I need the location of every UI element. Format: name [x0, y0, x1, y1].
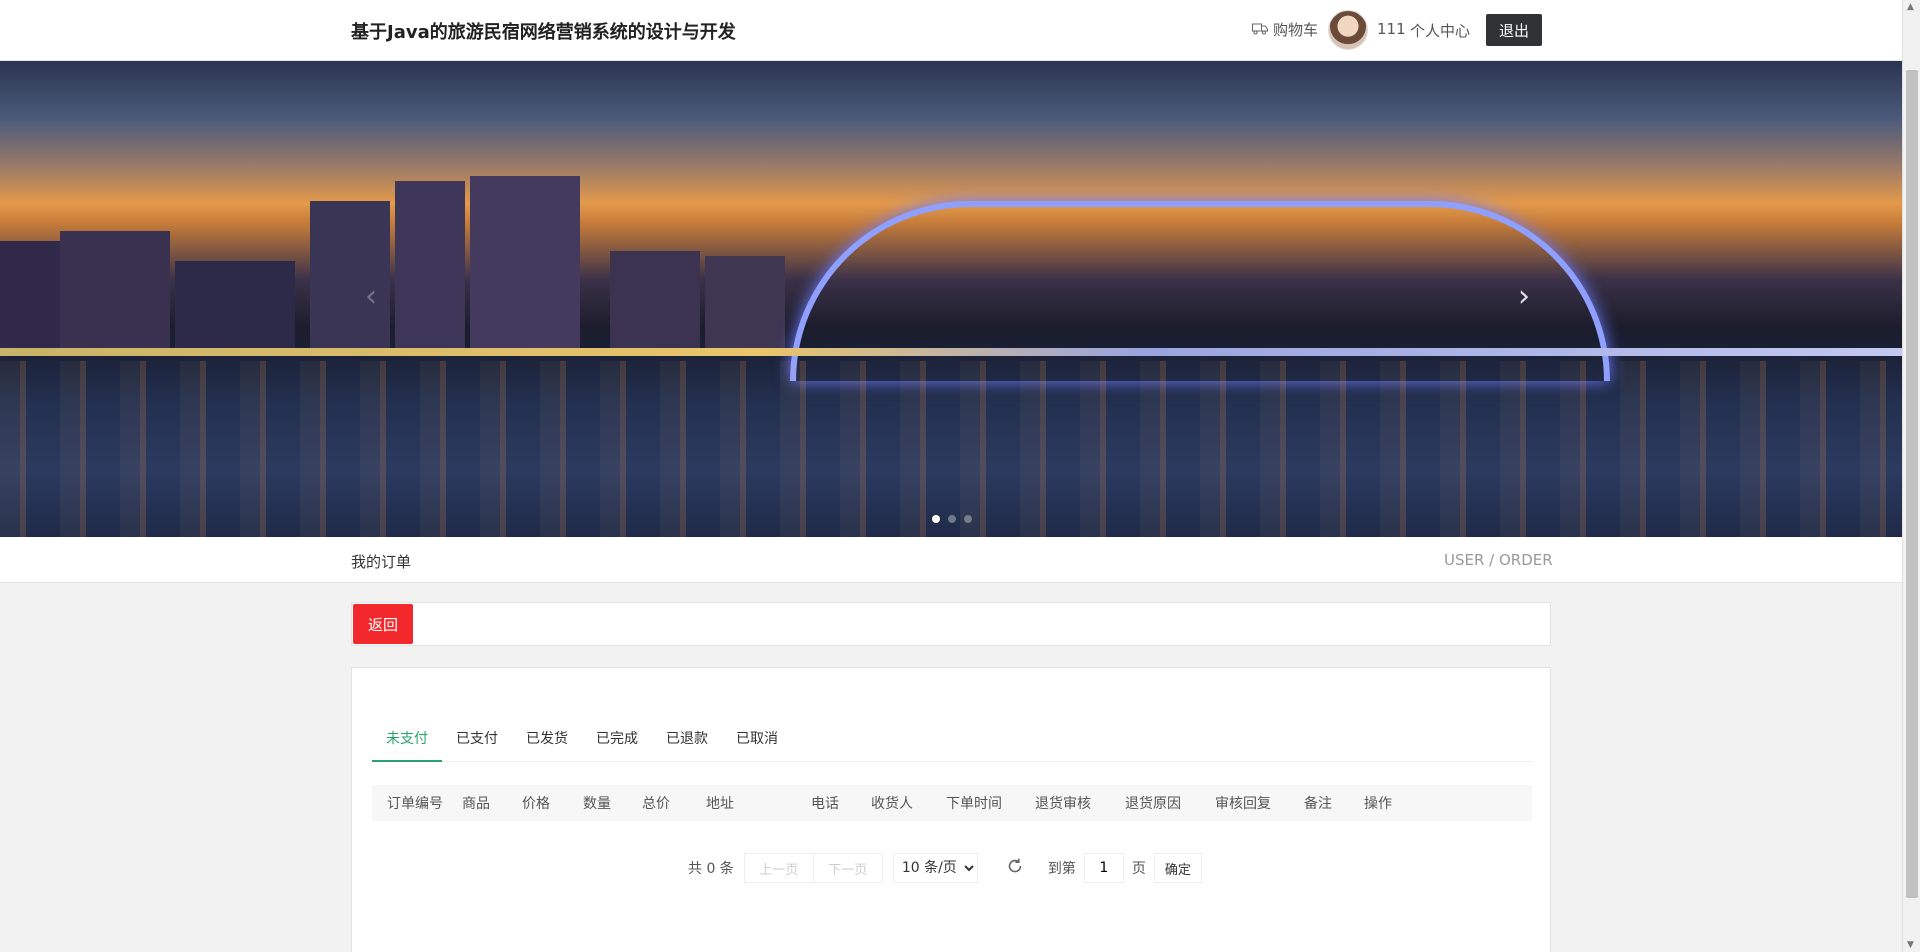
bridge-deck	[0, 348, 1902, 356]
column-header: 下单时间	[946, 796, 1002, 812]
column-header: 总价	[642, 796, 670, 812]
table-header: 订单编号 商品 价格 数量 总价 地址 电话 收货人 下单时间 退货审核 退货原…	[372, 785, 1532, 821]
order-status-tabs: 未支付 已支付 已发货 已完成 已退款 已取消	[372, 726, 1532, 762]
carousel-next-arrow-icon[interactable]: ›	[1518, 279, 1530, 314]
column-header: 数量	[583, 796, 611, 812]
vertical-scrollbar[interactable]: ▲ ▼	[1902, 0, 1920, 952]
top-header: 基于Java的旅游民宿网络营销系统的设计与开发 购物车 111 个人中心 退出	[0, 0, 1902, 61]
page-number-input[interactable]	[1083, 853, 1124, 883]
tab-paid[interactable]: 已支付	[442, 726, 512, 762]
tab-cancelled[interactable]: 已取消	[722, 726, 792, 762]
page-title: 我的订单	[351, 553, 412, 571]
city-skyline	[0, 171, 790, 351]
orders-card: 未支付 已支付 已发货 已完成 已退款 已取消 订单编号 商品 价格 数量 总价…	[351, 667, 1551, 952]
column-header: 收货人	[871, 796, 913, 812]
site-title: 基于Java的旅游民宿网络营销系统的设计与开发	[351, 22, 736, 43]
breadcrumb: 我的订单 USER / ORDER	[0, 537, 1902, 583]
carousel-dot-2[interactable]	[948, 515, 956, 523]
column-header: 电话	[811, 796, 839, 812]
tab-shipped[interactable]: 已发货	[512, 726, 582, 762]
carousel-dot-3[interactable]	[964, 515, 972, 523]
column-header: 退货审核	[1035, 796, 1091, 812]
tab-completed[interactable]: 已完成	[582, 726, 652, 762]
avatar[interactable]	[1328, 10, 1368, 50]
refresh-icon[interactable]	[1006, 857, 1024, 880]
total-count: 共 0 条	[688, 861, 734, 877]
cart-label: 购物车	[1273, 21, 1319, 39]
carousel-prev-arrow-icon[interactable]: ‹	[365, 279, 377, 314]
page-unit-label: 页	[1131, 861, 1146, 877]
scrollbar-thumb[interactable]	[1906, 70, 1918, 898]
column-header: 审核回复	[1215, 796, 1271, 812]
truck-icon	[1252, 21, 1268, 39]
column-header: 商品	[462, 796, 490, 812]
scroll-down-icon[interactable]: ▼	[1907, 940, 1914, 950]
prev-page-button[interactable]: 上一页	[743, 853, 814, 883]
tab-unpaid[interactable]: 未支付	[372, 726, 442, 762]
carousel-dot-1[interactable]	[932, 515, 940, 523]
banner-carousel: ‹ ›	[0, 61, 1902, 537]
next-page-button[interactable]: 下一页	[812, 853, 883, 883]
logout-button[interactable]: 退出	[1486, 14, 1542, 46]
scroll-up-icon[interactable]: ▲	[1907, 2, 1914, 12]
column-header: 退货原因	[1125, 796, 1181, 812]
column-header: 操作	[1364, 796, 1392, 812]
column-header: 价格	[522, 796, 550, 812]
confirm-page-button[interactable]: 确定	[1153, 853, 1202, 883]
water-reflection	[0, 361, 1902, 537]
pagination: 共 0 条 上一页 下一页 10 条/页 到第 页 确定	[688, 852, 1202, 884]
back-panel: 返回	[351, 602, 1551, 646]
tab-refunded[interactable]: 已退款	[652, 726, 722, 762]
column-header: 备注	[1304, 796, 1332, 812]
page-size-select[interactable]: 10 条/页	[892, 853, 978, 883]
cart-link[interactable]: 购物车	[1252, 19, 1318, 40]
username: 111	[1377, 20, 1406, 38]
back-button[interactable]: 返回	[353, 604, 413, 644]
carousel-dots	[932, 515, 972, 523]
breadcrumb-path: USER / ORDER	[1444, 551, 1553, 569]
goto-label: 到第	[1047, 861, 1076, 877]
personal-center-link[interactable]: 个人中心	[1410, 20, 1470, 41]
column-header: 地址	[706, 796, 734, 812]
column-header: 订单编号	[387, 796, 443, 812]
